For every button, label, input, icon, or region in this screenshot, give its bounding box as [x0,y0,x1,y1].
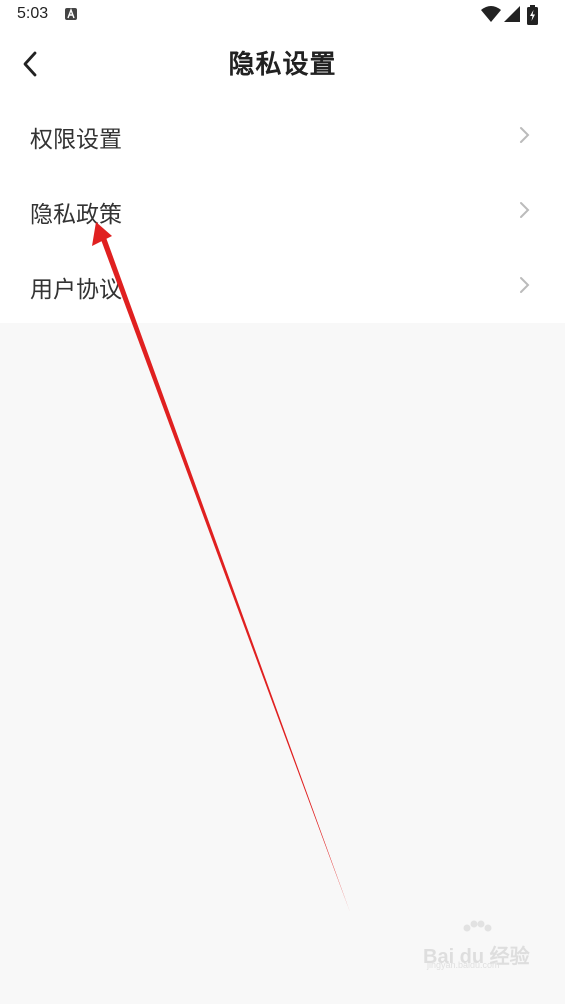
menu-item-label: 用户协议 [30,277,122,303]
status-bar: 5:03 [0,0,565,30]
signal-icon [504,6,520,22]
a-notification-icon [65,8,77,20]
wifi-icon [481,6,501,22]
menu-item-privacy-policy[interactable]: 隐私政策 [0,173,565,248]
status-time: 5:03 [17,5,49,22]
watermark-text: Bai du 经验 [423,946,530,968]
chevron-right-icon [520,127,530,143]
app-bar: 隐私设置 [0,30,565,98]
system-icons [481,5,551,25]
watermark: Bai du 经验 jingyan.baidu.com [423,920,533,970]
watermark-sub: jingyan.baidu.com [427,960,500,970]
settings-list: 权限设置 隐私政策 用户协议 [0,98,565,323]
menu-item-label: 权限设置 [30,127,122,153]
chevron-right-icon [520,277,530,293]
page-title: 隐私设置 [228,50,337,80]
menu-item-user-agreement[interactable]: 用户协议 [0,248,565,323]
menu-item-label: 隐私政策 [30,202,122,228]
battery-charging-icon [527,5,538,25]
menu-item-permission-settings[interactable]: 权限设置 [0,98,565,173]
paw-icon [463,920,492,932]
chevron-right-icon [520,202,530,218]
